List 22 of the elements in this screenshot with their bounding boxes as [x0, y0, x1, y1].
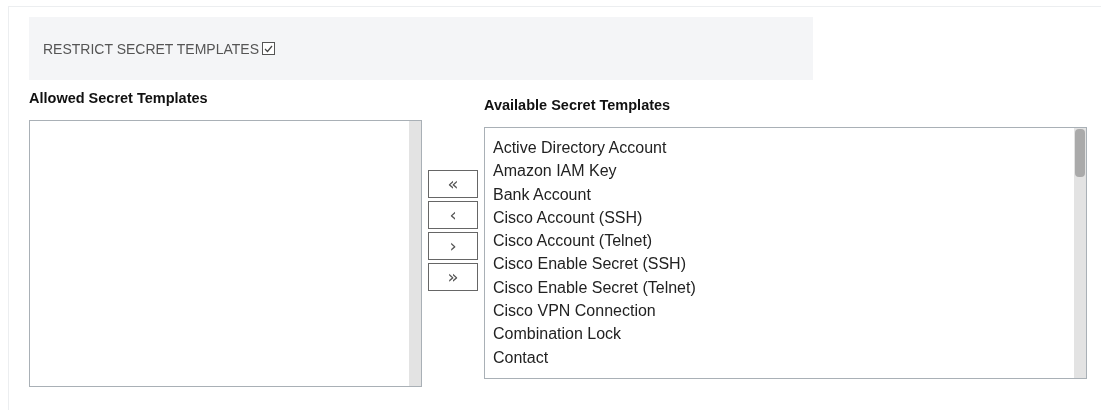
- checkbox[interactable]: [262, 42, 275, 55]
- list-item[interactable]: Cisco VPN Connection: [493, 299, 1066, 323]
- list-item[interactable]: Contact: [493, 345, 1066, 369]
- list-item[interactable]: Cisco Account (Telnet): [493, 229, 1066, 253]
- list-item[interactable]: Combination Lock: [493, 322, 1066, 346]
- list-title: Available Secret Templates: [484, 97, 672, 115]
- move-button[interactable]: ›: [428, 232, 478, 260]
- list-item[interactable]: Active Directory Account: [493, 136, 1066, 160]
- move-button[interactable]: «: [428, 170, 478, 198]
- list-item[interactable]: Cisco Enable Secret (Telnet): [493, 275, 1066, 300]
- available-list[interactable]: Active Directory Account Amazon IAM Key Bank Account Cisco Account (SSH) Cisco Account (Telnet) Cisco Enable Secret (SSH) Cisco Enable Secret (Telnet) Cisco VPN Connection Combination Lock Contact: [484, 127, 1087, 379]
- scrollbar[interactable]: [1074, 128, 1086, 378]
- list-item[interactable]: Cisco Account (SSH): [493, 205, 1066, 230]
- move-button[interactable]: ‹: [428, 201, 478, 229]
- list-item[interactable]: Amazon IAM Key: [493, 159, 1066, 183]
- move-button[interactable]: »: [428, 263, 478, 291]
- list-item[interactable]: Cisco Enable Secret (SSH): [493, 252, 1066, 276]
- section-title: RESTRICT SECRET TEMPLATES: [43, 40, 259, 57]
- list-item[interactable]: Bank Account: [493, 182, 1066, 206]
- list-title: Allowed Secret Templates: [29, 90, 209, 108]
- scrollbar[interactable]: [409, 121, 421, 386]
- allowed-list[interactable]: [29, 120, 422, 387]
